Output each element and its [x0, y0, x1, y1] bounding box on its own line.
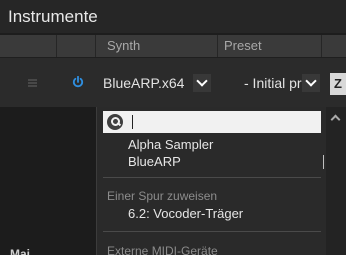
instrument-track-row[interactable]: BlueARP.x64 - Initial pr... Z — [0, 57, 346, 107]
text-caret — [132, 115, 133, 129]
section-label-external-midi: Externe MIDI-Geräte — [107, 244, 218, 255]
column-header-synth[interactable]: Synth — [96, 35, 218, 57]
column-header-preset[interactable]: Preset — [218, 35, 322, 57]
column-header-row: Synth Preset — [0, 35, 346, 57]
menu-item-alpha-sampler[interactable]: Alpha Sampler — [128, 137, 213, 152]
synth-dropdown-menu: Alpha Sampler BlueARP Einer Spur zuweise… — [96, 107, 326, 255]
menu-item-bluearp[interactable]: BlueARP — [128, 154, 181, 169]
panel-title: Instrumente — [0, 0, 346, 33]
section-label-main: Mai — [10, 247, 31, 255]
search-input[interactable] — [127, 113, 315, 131]
menu-item-vocoder-carrier[interactable]: 6.2: Vocoder-Träger — [128, 206, 243, 221]
chevron-down-icon[interactable] — [193, 74, 211, 92]
column-header-empty-2 — [57, 35, 96, 57]
scrollbar[interactable] — [326, 107, 346, 255]
menu-divider — [103, 231, 321, 232]
search-field[interactable] — [103, 111, 321, 133]
edge-button[interactable]: Z — [330, 73, 346, 95]
chevron-down-icon[interactable] — [302, 74, 320, 92]
column-header-extra — [322, 35, 346, 57]
column-header-empty-1 — [0, 35, 57, 57]
section-label-assign: Einer Spur zuweisen — [107, 189, 218, 203]
power-icon[interactable] — [72, 76, 84, 88]
track-list-area — [0, 107, 96, 255]
menu-divider — [103, 177, 321, 178]
search-icon — [107, 114, 123, 130]
synth-select-value[interactable]: BlueARP.x64 — [103, 75, 184, 91]
drag-handle-icon[interactable] — [28, 79, 37, 87]
text-cursor — [323, 155, 324, 169]
